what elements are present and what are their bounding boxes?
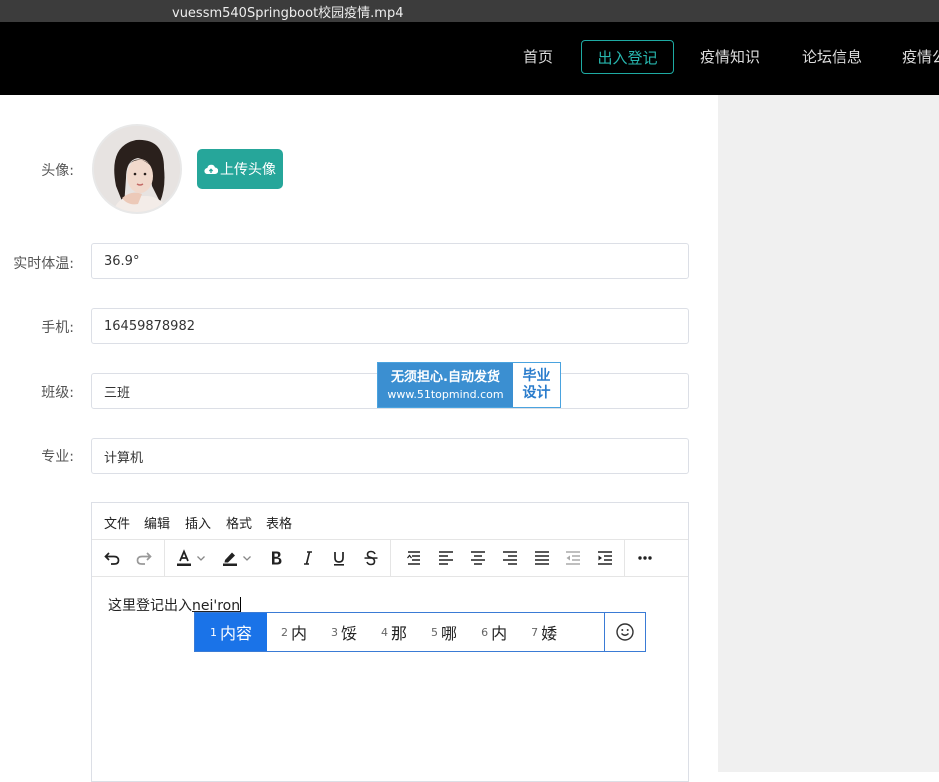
emoji-button[interactable]: [604, 613, 645, 651]
watermark-url: www.51topmind.com: [387, 387, 504, 401]
indent-icon[interactable]: [592, 546, 618, 570]
avatar-photo: [94, 126, 180, 212]
ime-candidate-bar: 1 内容 2内 3馁 4那 5哪 6内 7婑: [194, 612, 646, 652]
window-title: vuessm540Springboot校园疫情.mp4: [172, 6, 404, 21]
watermark-badge: 无须担心.自动发货 www.51topmind.com 毕业 设计: [377, 362, 561, 408]
class-label: 班级:: [41, 385, 74, 401]
smiley-icon: [616, 623, 634, 641]
upload-avatar-button[interactable]: 上传头像: [197, 149, 283, 189]
ime-candidate-number: 1: [210, 625, 217, 639]
ime-candidate-5[interactable]: 5哪: [417, 613, 467, 651]
ime-candidate-text: 内: [491, 624, 508, 643]
temperature-input[interactable]: [91, 243, 689, 279]
bold-icon[interactable]: [263, 546, 289, 570]
ime-candidate-text: 内: [291, 624, 308, 643]
watermark-right: 毕业 设计: [513, 363, 560, 407]
ime-candidate-text: 内容: [220, 624, 253, 643]
ime-candidate-number: 3: [331, 625, 339, 639]
highlight-chevron-down-icon[interactable]: [240, 546, 254, 570]
align-left-icon[interactable]: [433, 546, 459, 570]
menu-insert[interactable]: 插入: [185, 513, 211, 532]
editor-menubar: 文件 编辑 插入 格式 表格: [92, 503, 688, 540]
editor-content-area[interactable]: 这里登记出入nei'ron: [92, 577, 688, 777]
avatar-label: 头像:: [41, 163, 74, 179]
nav-item-epidemic-notice[interactable]: 疫情公: [902, 40, 939, 74]
italic-icon[interactable]: [295, 546, 321, 570]
temperature-label: 实时体温:: [13, 256, 74, 272]
undo-icon[interactable]: [99, 546, 125, 570]
phone-label: 手机:: [41, 320, 74, 336]
ime-candidate-number: 2: [281, 625, 288, 639]
menu-format[interactable]: 格式: [226, 513, 252, 532]
ime-candidate-number: 6: [481, 625, 489, 639]
underline-icon[interactable]: [326, 546, 352, 570]
window-titlebar: vuessm540Springboot校园疫情.mp4: [0, 0, 939, 22]
watermark-left: 无须担心.自动发货 www.51topmind.com: [378, 363, 513, 407]
outdent-icon[interactable]: [560, 546, 586, 570]
upload-avatar-label: 上传头像: [220, 162, 276, 178]
ime-candidate-number: 7: [531, 625, 539, 639]
ime-candidate-number: 5: [431, 625, 439, 639]
ime-candidate-1[interactable]: 1 内容: [195, 613, 267, 651]
nav-item-forum[interactable]: 论坛信息: [796, 40, 868, 74]
nav-item-epidemic-knowledge[interactable]: 疫情知识: [694, 40, 766, 74]
line-height-icon[interactable]: [401, 546, 427, 570]
text-caret: [240, 597, 242, 613]
nav-item-access-registration[interactable]: 出入登记: [581, 40, 674, 74]
side-blank-panel: [718, 95, 939, 772]
watermark-slogan: 无须担心.自动发货: [391, 369, 500, 385]
menu-file[interactable]: 文件: [104, 513, 130, 532]
ime-candidate-3[interactable]: 3馁: [317, 613, 367, 651]
watermark-right-line2: 设计: [522, 385, 551, 401]
nav-item-home[interactable]: 首页: [516, 40, 560, 74]
align-justify-icon[interactable]: [529, 546, 555, 570]
ime-candidate-number: 4: [381, 625, 389, 639]
major-input[interactable]: [91, 438, 689, 474]
ime-candidate-text: 哪: [441, 624, 458, 643]
top-navbar: 首页 出入登记 疫情知识 论坛信息 疫情公: [0, 22, 939, 95]
menu-table[interactable]: 表格: [266, 513, 292, 532]
ime-candidate-text: 婑: [541, 624, 558, 643]
strikethrough-icon[interactable]: [358, 546, 384, 570]
ime-candidate-2[interactable]: 2内: [267, 613, 317, 651]
editor-toolbar: [92, 540, 688, 577]
major-label: 专业:: [41, 449, 74, 465]
ime-candidate-7[interactable]: 7婑: [517, 613, 567, 651]
more-options-icon[interactable]: [632, 546, 658, 570]
ime-candidate-4[interactable]: 4那: [367, 613, 417, 651]
ime-candidate-text: 那: [391, 624, 408, 643]
text-color-chevron-down-icon[interactable]: [194, 546, 208, 570]
editor-text: 这里登记出入: [108, 598, 192, 614]
cloud-upload-icon: [204, 164, 218, 175]
watermark-right-line1: 毕业: [522, 368, 551, 384]
avatar: [92, 124, 182, 214]
redo-icon[interactable]: [131, 546, 157, 570]
ime-candidate-text: 馁: [341, 624, 358, 643]
phone-input[interactable]: [91, 308, 689, 344]
menu-edit[interactable]: 编辑: [144, 513, 170, 532]
ime-candidate-6[interactable]: 6内: [467, 613, 517, 651]
align-center-icon[interactable]: [465, 546, 491, 570]
align-right-icon[interactable]: [497, 546, 523, 570]
